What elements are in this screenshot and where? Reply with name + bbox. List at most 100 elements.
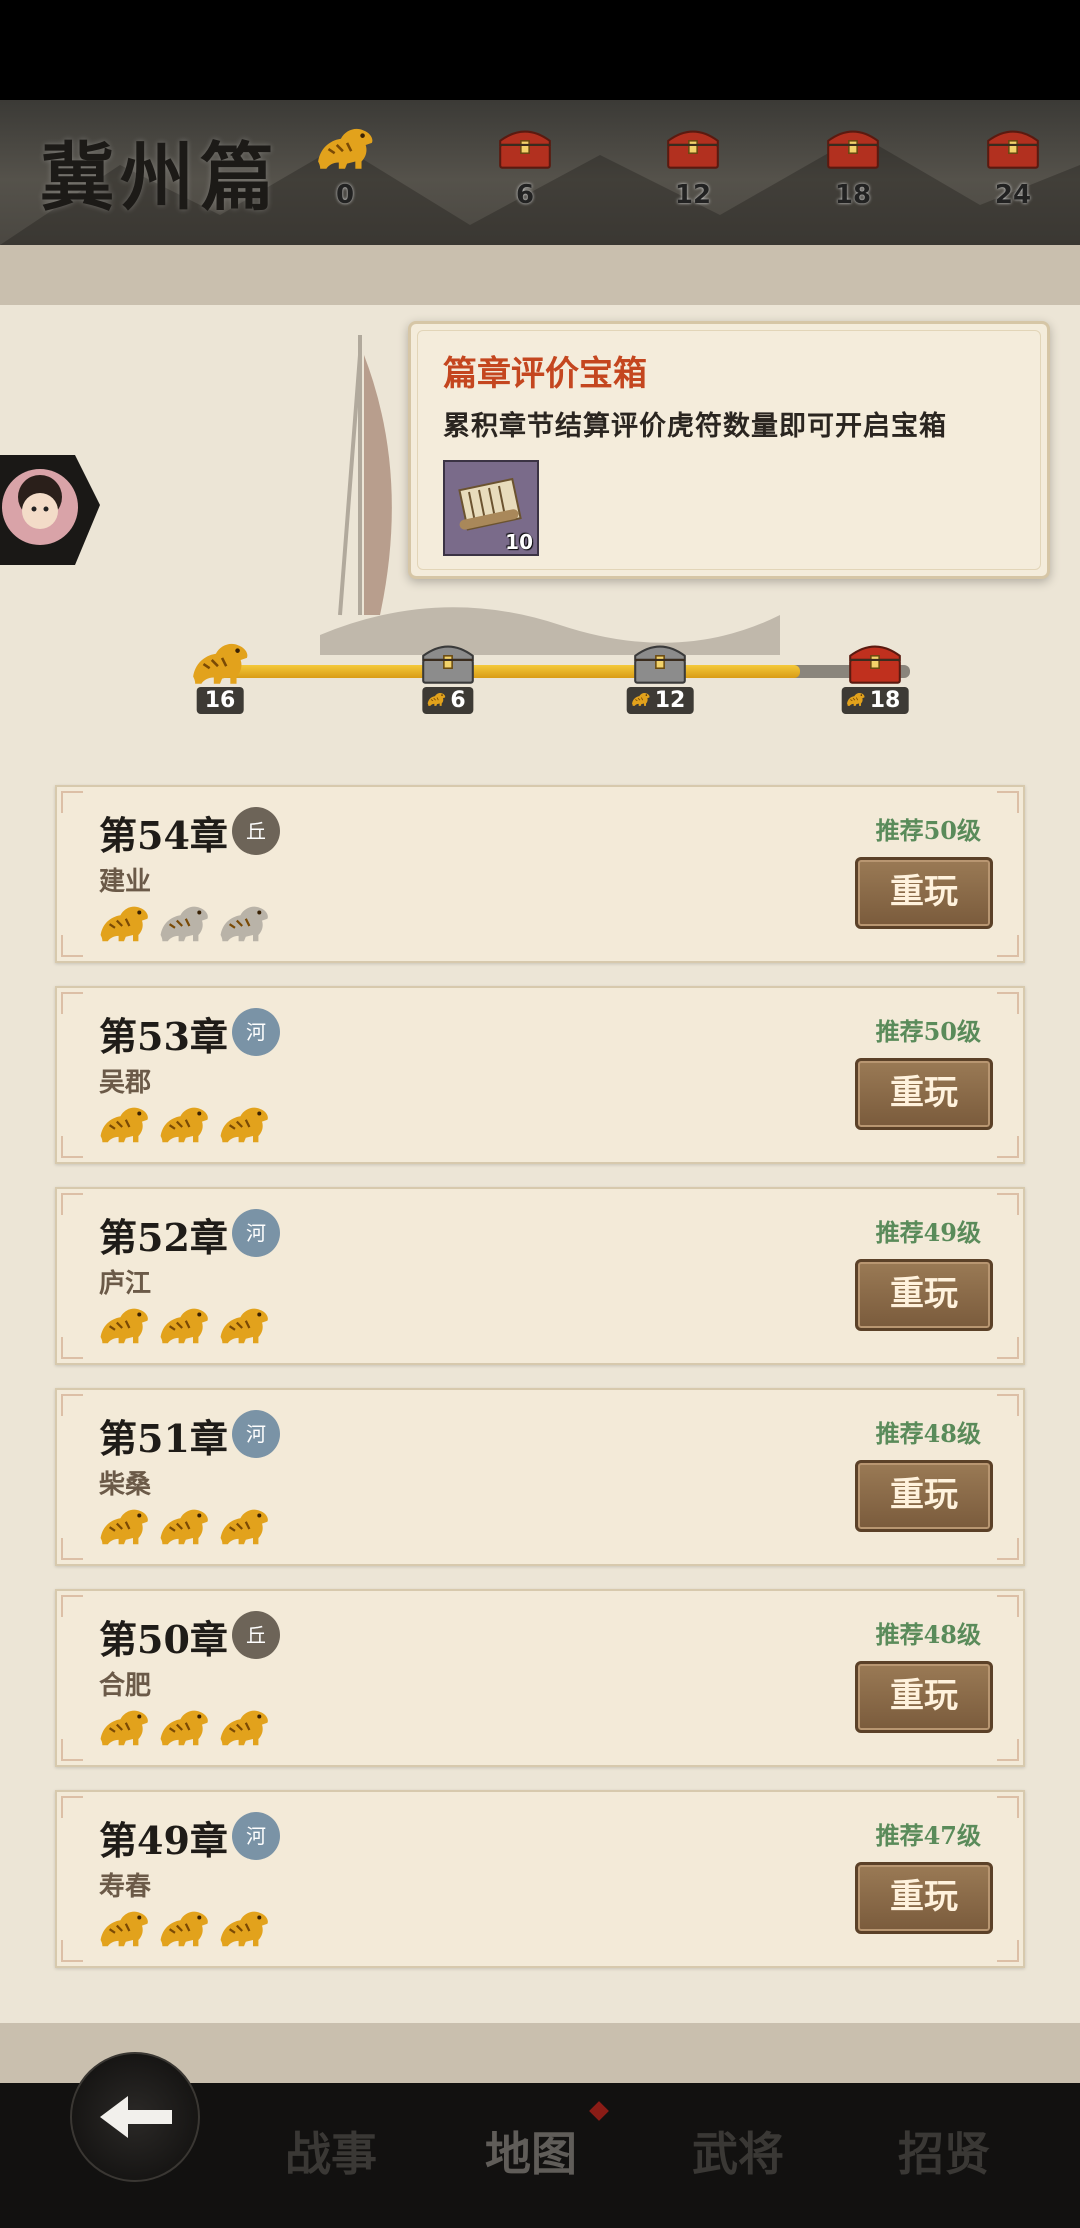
- tiger-earned-icon: [157, 1904, 211, 1949]
- header-chest-4[interactable]: 24: [968, 120, 1058, 210]
- section-title: 冀州篇: [40, 135, 280, 221]
- tiger-empty-icon: [217, 899, 271, 944]
- tiger-earned-icon: [97, 1502, 151, 1547]
- chapter-rating: [97, 1301, 277, 1351]
- chapter-title: 第53章: [99, 1014, 228, 1059]
- chapter-title: 第51章: [99, 1416, 228, 1461]
- recommended-level: 推荐50级: [875, 1017, 981, 1046]
- header-count-label: 0: [335, 180, 355, 210]
- terrain-badge: 河: [232, 1410, 280, 1458]
- chapter-card[interactable]: 第49章河寿春 推荐47级重玩: [55, 1790, 1025, 1968]
- status-bar-area: [0, 0, 1080, 100]
- replay-button[interactable]: 重玩: [855, 1259, 993, 1331]
- tab-map[interactable]: 地图: [485, 2118, 577, 2184]
- header-chest-1[interactable]: 6: [480, 120, 570, 210]
- progress-chest-value: 12: [654, 688, 686, 713]
- chapter-progress: 16 6 12 18: [180, 635, 940, 715]
- reward-item-scroll[interactable]: 10: [443, 460, 539, 556]
- chapter-rating: [97, 1100, 277, 1150]
- chest-icon: [822, 120, 884, 172]
- tiger-earned-icon: [157, 1502, 211, 1547]
- replay-button[interactable]: 重玩: [855, 857, 993, 929]
- header-divider: [0, 245, 1080, 305]
- chest-tooltip: 篇章评价宝箱 累积章节结算评价虎符数量即可开启宝箱 10: [408, 321, 1050, 579]
- chapter-card[interactable]: 第51章河柴桑 推荐48级重玩: [55, 1388, 1025, 1566]
- terrain-badge: 河: [232, 1812, 280, 1860]
- progress-fill: [220, 665, 800, 678]
- progress-chest-12[interactable]: 12: [620, 635, 700, 715]
- chapter-card[interactable]: 第53章河吴郡 推荐50级重玩: [55, 986, 1025, 1164]
- chest-icon: [982, 120, 1044, 172]
- chapter-title: 第54章: [99, 813, 228, 858]
- header-chest-label: 24: [994, 180, 1032, 210]
- chapter-place: 柴桑: [99, 1470, 152, 1500]
- chapter-rating: [97, 1904, 277, 1954]
- red-chest-icon: [844, 635, 906, 687]
- tooltip-title: 篇章评价宝箱: [443, 354, 647, 394]
- chapter-card[interactable]: 第52章河庐江 推荐49级 重玩: [55, 1187, 1025, 1365]
- progress-chest-value: 18: [869, 688, 901, 713]
- header-chest-label: 6: [515, 180, 535, 210]
- header-tiger-count: 0: [300, 120, 390, 210]
- header-chest-2[interactable]: 12: [648, 120, 738, 210]
- tiger-earned-icon: [217, 1301, 271, 1346]
- chapter-title: 第49章: [99, 1818, 228, 1863]
- tiger-earned-icon: [97, 1100, 151, 1145]
- recommended-level: 推荐48级: [875, 1419, 981, 1448]
- recommended-level: 推荐49级: [875, 1218, 981, 1247]
- chapter-rating: [97, 899, 277, 949]
- terrain-badge: 丘: [232, 807, 280, 855]
- chapter-card[interactable]: 第54章丘建业 推荐50级重玩: [55, 785, 1025, 963]
- silver-chest-icon: [629, 635, 691, 687]
- progress-current-value: 16: [196, 687, 244, 714]
- progress-current: 16: [180, 635, 260, 715]
- tab-battle[interactable]: 战事: [285, 2118, 377, 2184]
- replay-button[interactable]: 重玩: [855, 1661, 993, 1733]
- tiger-empty-icon: [157, 899, 211, 944]
- replay-button[interactable]: 重玩: [855, 1862, 993, 1934]
- progress-chest-18[interactable]: 18: [835, 635, 915, 715]
- tab-recruit[interactable]: 招贤: [898, 2118, 990, 2184]
- chapter-panel: 篇章评价宝箱 累积章节结算评价虎符数量即可开启宝箱 10 16 6 12 18 …: [0, 305, 1080, 2023]
- tiger-earned-icon: [157, 1703, 211, 1748]
- progress-chest-label: 6: [422, 687, 474, 714]
- chest-icon: [494, 120, 556, 172]
- progress-chest-value: 6: [450, 688, 466, 713]
- tiger-earned-icon: [217, 1703, 271, 1748]
- tiger-icon: [846, 690, 866, 707]
- recommended-level: 推荐48级: [875, 1620, 981, 1649]
- terrain-badge: 丘: [232, 1611, 280, 1659]
- tiger-earned-icon: [217, 1502, 271, 1547]
- progress-chest-6[interactable]: 6: [408, 635, 488, 715]
- header-chest-label: 18: [834, 180, 872, 210]
- tab-generals[interactable]: 武将: [692, 2118, 784, 2184]
- tiger-icon: [314, 120, 376, 172]
- tooltip-description: 累积章节结算评价虎符数量即可开启宝箱: [443, 411, 947, 442]
- chapter-title: 第52章: [99, 1215, 228, 1260]
- tiger-earned-icon: [157, 1301, 211, 1346]
- chapter-card[interactable]: 第50章丘合肥 推荐48级 重玩: [55, 1589, 1025, 1767]
- back-button[interactable]: [70, 2052, 200, 2182]
- progress-chest-label: 12: [626, 687, 694, 714]
- tiger-earned-icon: [157, 1100, 211, 1145]
- chapter-place: 建业: [99, 867, 152, 897]
- chapter-place: 庐江: [99, 1269, 152, 1299]
- recommended-level: 推荐50级: [875, 816, 981, 845]
- avatar-tab[interactable]: [0, 445, 105, 575]
- replay-button[interactable]: 重玩: [855, 1460, 993, 1532]
- recommended-level: 推荐47级: [875, 1821, 981, 1850]
- chapter-header: 冀州篇 0 6 12 18 24: [0, 100, 1080, 245]
- tiger-earned-icon: [97, 1301, 151, 1346]
- terrain-badge: 河: [232, 1008, 280, 1056]
- header-chest-3[interactable]: 18: [808, 120, 898, 210]
- chapter-place: 吴郡: [99, 1068, 152, 1098]
- chest-icon: [662, 120, 724, 172]
- replay-button[interactable]: 重玩: [855, 1058, 993, 1130]
- avatar: [0, 455, 100, 565]
- chapter-rating: [97, 1703, 277, 1753]
- tiger-earned-icon: [97, 1904, 151, 1949]
- tiger-earned-icon: [97, 899, 151, 944]
- chapter-place: 寿春: [99, 1872, 152, 1902]
- tiger-icon: [189, 635, 251, 687]
- arrow-left-icon: [100, 2096, 172, 2138]
